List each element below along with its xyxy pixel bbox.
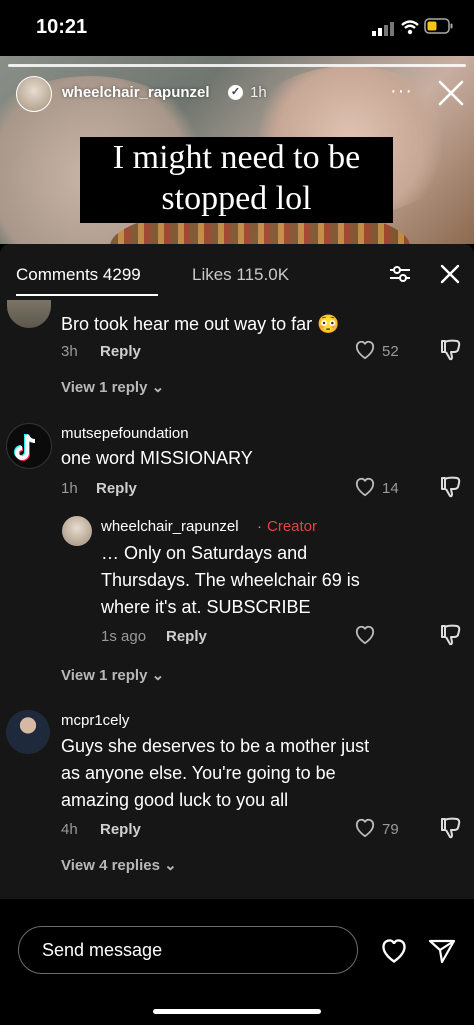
comment-text: one word MISSIONARY: [61, 448, 253, 468]
filter-icon[interactable]: [388, 262, 412, 286]
comment-time: 3h: [61, 343, 78, 360]
view-replies-link[interactable]: View 1 reply ⌄: [61, 378, 164, 396]
reply-button[interactable]: Reply: [100, 821, 141, 838]
commenter-avatar[interactable]: [6, 710, 50, 754]
view-replies-link[interactable]: View 4 replies ⌄: [61, 856, 177, 874]
send-message-placeholder: Send message: [42, 940, 163, 960]
comment-text-line: Guys she deserves to be a mother just: [61, 736, 370, 756]
reply-text-line: Thursdays. The wheelchair 69 is: [101, 570, 360, 590]
battery-icon: [424, 18, 453, 34]
chevron-down-icon: ⌄: [164, 857, 177, 874]
tiktok-logo-icon: [14, 434, 36, 461]
caption-line: stopped lol: [161, 180, 312, 217]
story-time: 1h: [250, 84, 267, 101]
reply-username[interactable]: wheelchair_rapunzel: [101, 518, 239, 535]
reply-button[interactable]: Reply: [100, 343, 141, 360]
like-count: 52: [382, 343, 399, 360]
like-count: 79: [382, 821, 399, 838]
chevron-down-icon: ⌄: [151, 379, 165, 396]
creator-avatar[interactable]: [62, 516, 92, 546]
comment-time: 4h: [61, 821, 78, 838]
send-icon[interactable]: [428, 938, 456, 964]
comment-text-line: as anyone else. You're going to be: [61, 763, 336, 783]
tab-likes[interactable]: Likes 115.0K: [192, 265, 289, 285]
active-tab-indicator: [16, 294, 158, 296]
commenter-avatar[interactable]: [6, 423, 52, 469]
comment-username[interactable]: mcpr1cely: [61, 712, 129, 729]
comment-text: Bro took hear me out way to far 😳: [61, 314, 340, 334]
heart-icon[interactable]: [354, 340, 376, 360]
cellular-signal-icon: [372, 22, 394, 36]
reply-button[interactable]: Reply: [166, 628, 207, 645]
story-username[interactable]: wheelchair_rapunzel: [62, 84, 210, 101]
heart-icon[interactable]: [354, 625, 376, 645]
home-indicator: [153, 1009, 321, 1014]
comment-username[interactable]: mutsepefoundation: [61, 425, 189, 442]
status-bar: 10:21: [0, 0, 474, 56]
caption-line: I might need to be: [112, 139, 361, 176]
reply-text-line: … Only on Saturdays and: [101, 543, 308, 563]
reply-button[interactable]: Reply: [96, 480, 137, 497]
reply-time: 1s ago: [101, 628, 147, 645]
story-avatar[interactable]: [16, 76, 52, 112]
story-caption: I might need to be stopped lol: [80, 137, 393, 223]
dislike-icon[interactable]: [440, 816, 462, 840]
dislike-icon[interactable]: [440, 475, 462, 499]
view-replies-link[interactable]: View 1 reply ⌄: [61, 666, 164, 684]
like-count: 14: [382, 480, 399, 497]
reply-text-line: where it's at. SUBSCRIBE: [101, 597, 311, 617]
wifi-icon: [401, 20, 419, 35]
close-story-icon[interactable]: [436, 78, 466, 108]
tab-comments[interactable]: Comments 4299: [16, 265, 141, 285]
creator-badge: Creator: [267, 518, 318, 535]
comment-time: 1h: [61, 480, 78, 497]
dislike-icon[interactable]: [440, 623, 462, 647]
separator-dot: ·: [257, 518, 262, 535]
heart-icon[interactable]: [380, 938, 408, 964]
more-options-icon[interactable]: ···: [390, 80, 413, 103]
chevron-down-icon: ⌄: [151, 667, 165, 684]
heart-icon[interactable]: [354, 477, 376, 497]
dislike-icon[interactable]: [440, 338, 462, 362]
close-comments-icon[interactable]: [438, 262, 462, 286]
verified-badge-icon: ✓: [228, 85, 243, 100]
comment-text-line: amazing good luck to you all: [61, 790, 289, 810]
story-progress-bar: [8, 64, 466, 67]
heart-icon[interactable]: [354, 818, 376, 838]
status-time: 10:21: [36, 16, 88, 38]
